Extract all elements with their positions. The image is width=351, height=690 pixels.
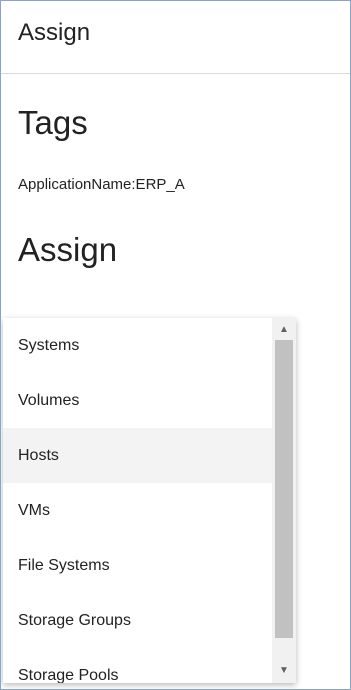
option-volumes[interactable]: Volumes — [3, 373, 272, 428]
option-storage-groups[interactable]: Storage Groups — [3, 593, 272, 648]
scroll-down-arrow-icon[interactable]: ▼ — [272, 662, 296, 680]
header-title: Assign — [18, 19, 91, 46]
option-hosts[interactable]: Hosts — [3, 428, 272, 483]
scroll-up-arrow-icon[interactable]: ▲ — [272, 321, 296, 339]
dropdown-scrollbar[interactable]: ▲ ▼ — [272, 318, 296, 683]
option-systems[interactable]: Systems — [3, 318, 272, 373]
option-vms[interactable]: VMs — [3, 483, 272, 538]
assign-target-dropdown-list[interactable]: Systems Volumes Hosts VMs File Systems S… — [3, 318, 296, 683]
tags-heading: Tags — [18, 104, 88, 141]
tag-item: ApplicationName:ERP_A — [18, 176, 185, 193]
panel-header: Assign — [1, 1, 350, 74]
scrollbar-thumb[interactable] — [275, 340, 293, 638]
option-storage-pools[interactable]: Storage Pools — [3, 648, 272, 683]
assign-heading: Assign — [18, 231, 118, 268]
option-file-systems[interactable]: File Systems — [3, 538, 272, 593]
assign-panel: Assign Tags ApplicationName:ERP_A Assign… — [0, 0, 351, 690]
